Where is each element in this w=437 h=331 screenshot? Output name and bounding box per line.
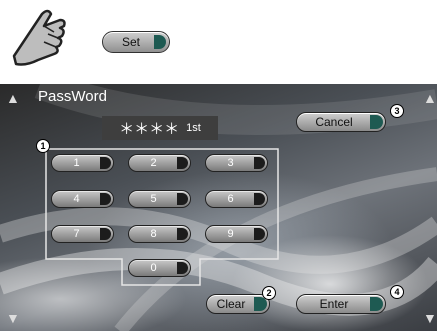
key-9[interactable]: 9: [205, 225, 268, 243]
password-ordinal: 1st: [186, 122, 201, 134]
callout-badge-1: 1: [36, 139, 50, 153]
callout-badge-3: 3: [390, 104, 404, 118]
key-0[interactable]: 0: [128, 259, 191, 277]
key-2[interactable]: 2: [128, 154, 191, 172]
set-button: Set: [102, 31, 170, 53]
arrow-down-icon[interactable]: ▼: [423, 310, 437, 326]
arrow-up-icon[interactable]: ▲: [6, 90, 20, 106]
callout-badge-2: 2: [262, 286, 276, 300]
cancel-button[interactable]: Cancel: [296, 112, 386, 132]
key-6[interactable]: 6: [205, 190, 268, 208]
key-8[interactable]: 8: [128, 225, 191, 243]
clear-button[interactable]: Clear: [206, 294, 270, 314]
key-5[interactable]: 5: [128, 190, 191, 208]
arrow-up-icon[interactable]: ▲: [423, 90, 437, 106]
key-3[interactable]: 3: [205, 154, 268, 172]
page-title: PassWord: [38, 88, 107, 105]
password-screen: ▲ ▲ ▼ ▼ PassWord ＊＊＊＊ 1st 1 2 3 4 5 6 7 …: [0, 84, 437, 331]
key-1[interactable]: 1: [51, 154, 114, 172]
arrow-down-icon[interactable]: ▼: [6, 310, 20, 326]
password-mask: ＊＊＊＊: [119, 120, 180, 138]
password-display: ＊＊＊＊ 1st: [102, 116, 218, 140]
key-4[interactable]: 4: [51, 190, 114, 208]
hand-pointer-icon: [12, 9, 66, 66]
enter-button[interactable]: Enter: [296, 294, 386, 314]
callout-badge-4: 4: [390, 285, 404, 299]
key-7[interactable]: 7: [51, 225, 114, 243]
